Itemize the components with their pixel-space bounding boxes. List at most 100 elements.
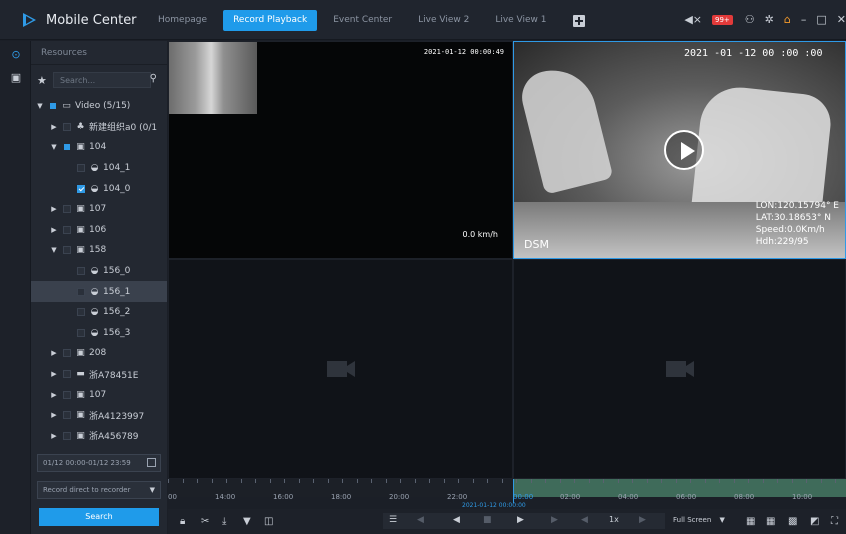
sync-icon[interactable]: ☰ [389,515,397,525]
download-icon[interactable]: ⤓ [222,516,226,528]
cell-2-dsm-label: DSM [524,238,549,251]
tree-checkbox[interactable] [63,205,71,214]
record-source-select[interactable]: Record direct to recorder ▼ [37,481,161,499]
tree-checkbox[interactable] [63,349,71,358]
faster-icon[interactable]: ▶ [639,515,646,525]
time-range-field[interactable]: 01/12 00:00-01/12 23:59 [37,454,161,472]
close-icon[interactable]: ✕ [837,11,846,29]
tree-node[interactable]: ▼ ▣ 158 [31,240,167,261]
layout-1x1-icon[interactable]: ▦ [746,516,755,528]
view-mode-select[interactable]: Full Screen ▼ [673,516,725,524]
tree-checkbox[interactable] [64,144,70,151]
tab-live-view-2[interactable]: Live View 2 [408,10,479,31]
tree-node[interactable]: ◒ 104_1 [31,158,167,179]
custom-layout-icon[interactable]: ◩ [810,516,819,528]
tree-checkbox[interactable] [63,431,71,440]
layout-3x3-icon[interactable]: ▩ [788,516,797,528]
expand-right-icon[interactable]: ▶ [49,123,59,131]
tree-checkbox[interactable] [77,328,85,337]
snapshot-icon[interactable]: ◫ [264,516,273,528]
alarm-bell-icon[interactable]: ⌂ [784,11,791,29]
tree-node[interactable]: ▼ ▣ 104 [31,137,167,158]
expand-down-icon[interactable]: ▼ [49,143,59,151]
timeline-cursor[interactable] [513,479,514,503]
tree-checkbox[interactable] [63,225,71,234]
tree-checkbox[interactable] [63,411,71,420]
tree-checkbox[interactable] [77,287,85,296]
tree-checkbox[interactable] [77,184,85,193]
next-frame-icon[interactable]: ▶ [551,515,558,525]
tree-node[interactable]: ◒ 156_2 [31,302,167,323]
tree-node[interactable]: ▶ ▣ 浙A4123997 [31,405,167,426]
tab-record-playback[interactable]: Record Playback [223,10,318,31]
tree-node[interactable]: ▶ ▣ 107 [31,199,167,220]
fullscreen-icon[interactable]: ⛶ [831,516,838,528]
clip-icon[interactable]: ✂ [201,516,209,528]
tree-checkbox[interactable] [63,122,71,131]
tree-node[interactable]: ◒ 156_3 [31,323,167,344]
stop-icon[interactable]: ■ [483,515,492,525]
tree-node[interactable]: ▶ ▣ 106 [31,220,167,241]
layout-2x2-icon[interactable]: ▦ [766,516,775,528]
tree-checkbox[interactable] [63,390,71,399]
play-overlay-icon[interactable] [664,130,704,170]
resource-search-input[interactable] [53,72,151,88]
lock-icon[interactable]: 🔒︎ [180,516,185,528]
play-icon[interactable]: ▶ [517,515,524,525]
alarm-badge[interactable]: 99+ [712,15,733,25]
tree-checkbox[interactable] [63,246,71,255]
expand-down-icon[interactable]: ▼ [35,102,45,110]
expand-right-icon[interactable]: ▶ [49,226,59,234]
tree-checkbox[interactable] [77,308,85,317]
mute-icon[interactable]: ◀× [684,11,702,29]
maximize-icon[interactable]: □ [816,11,826,29]
filter-icon[interactable]: ▼ [243,516,251,528]
favorites-star-icon[interactable]: ★ [37,74,53,87]
expand-right-icon[interactable]: ▶ [49,205,59,213]
expand-right-icon[interactable]: ▶ [49,411,59,419]
expand-right-icon[interactable]: ▶ [49,391,59,399]
minimize-icon[interactable]: – [801,11,807,29]
expand-right-icon[interactable]: ▶ [49,432,59,440]
tree-node[interactable]: ▶ ▣ 208 [31,343,167,364]
search-button[interactable]: Search [39,508,159,526]
tree-checkbox[interactable] [77,164,85,173]
search-icon[interactable]: ⚲ [150,73,157,84]
tab-homepage[interactable]: Homepage [148,10,217,31]
calendar-icon[interactable] [147,458,156,467]
rewind-icon[interactable]: ◀ [453,515,460,525]
tree-node[interactable]: ▶ ▣ 107 [31,384,167,405]
tree-node[interactable]: ◒ 104_0 [31,178,167,199]
tree-node[interactable]: ◒ 156_0 [31,261,167,282]
video-cell-1[interactable]: 2021-01-12 00:00:49 0.0 km/h [168,41,513,259]
timeline-tick [704,479,706,483]
tree-node[interactable]: ▶ ♣ 新建组织a0 (0/1 [31,117,167,138]
playback-nav-icon[interactable]: ⊙ [9,48,23,62]
tree-node[interactable]: ▶ ▬ 浙A78451E [31,364,167,385]
tree-node[interactable]: ▼ ▭ Video (5/15) [31,96,167,117]
layout-nav-icon[interactable]: ▣ [9,71,23,85]
expand-right-icon[interactable]: ▶ [49,370,59,378]
tree-checkbox[interactable] [50,103,56,110]
slower-icon[interactable]: ◀ [581,515,588,525]
device-icon: ▣ [76,224,85,235]
user-icon[interactable]: ⚇ [745,11,755,29]
expand-right-icon[interactable]: ▶ [49,349,59,357]
add-tab-icon[interactable] [572,14,585,27]
prev-frame-icon[interactable]: ◀ [417,515,424,525]
tree-node[interactable]: ▶ ▣ 浙A456789 [31,426,167,447]
tab-live-view-1[interactable]: Live View 1 [485,10,556,31]
settings-icon[interactable]: ✲ [765,11,774,29]
tab-bar: Homepage Record Playback Event Center Li… [148,10,585,31]
tree-node[interactable]: ◒ 156_1 [31,281,167,302]
timeline-tick [588,479,590,483]
tree-checkbox[interactable] [77,267,85,276]
tree-checkbox[interactable] [63,370,71,379]
expand-down-icon[interactable]: ▼ [49,246,59,254]
playback-timeline[interactable]: 00 14:00 16:00 18:00 20:00 22:00 00:00 02:00 04:… [168,479,846,509]
video-cell-2[interactable]: 2021 -01 -12 00 :00 :00 DSM LON:120.1579… [513,41,846,259]
timeline-tick [400,479,401,483]
video-cell-3[interactable] [168,259,513,479]
video-cell-4[interactable] [513,259,846,479]
tab-event-center[interactable]: Event Center [323,10,402,31]
